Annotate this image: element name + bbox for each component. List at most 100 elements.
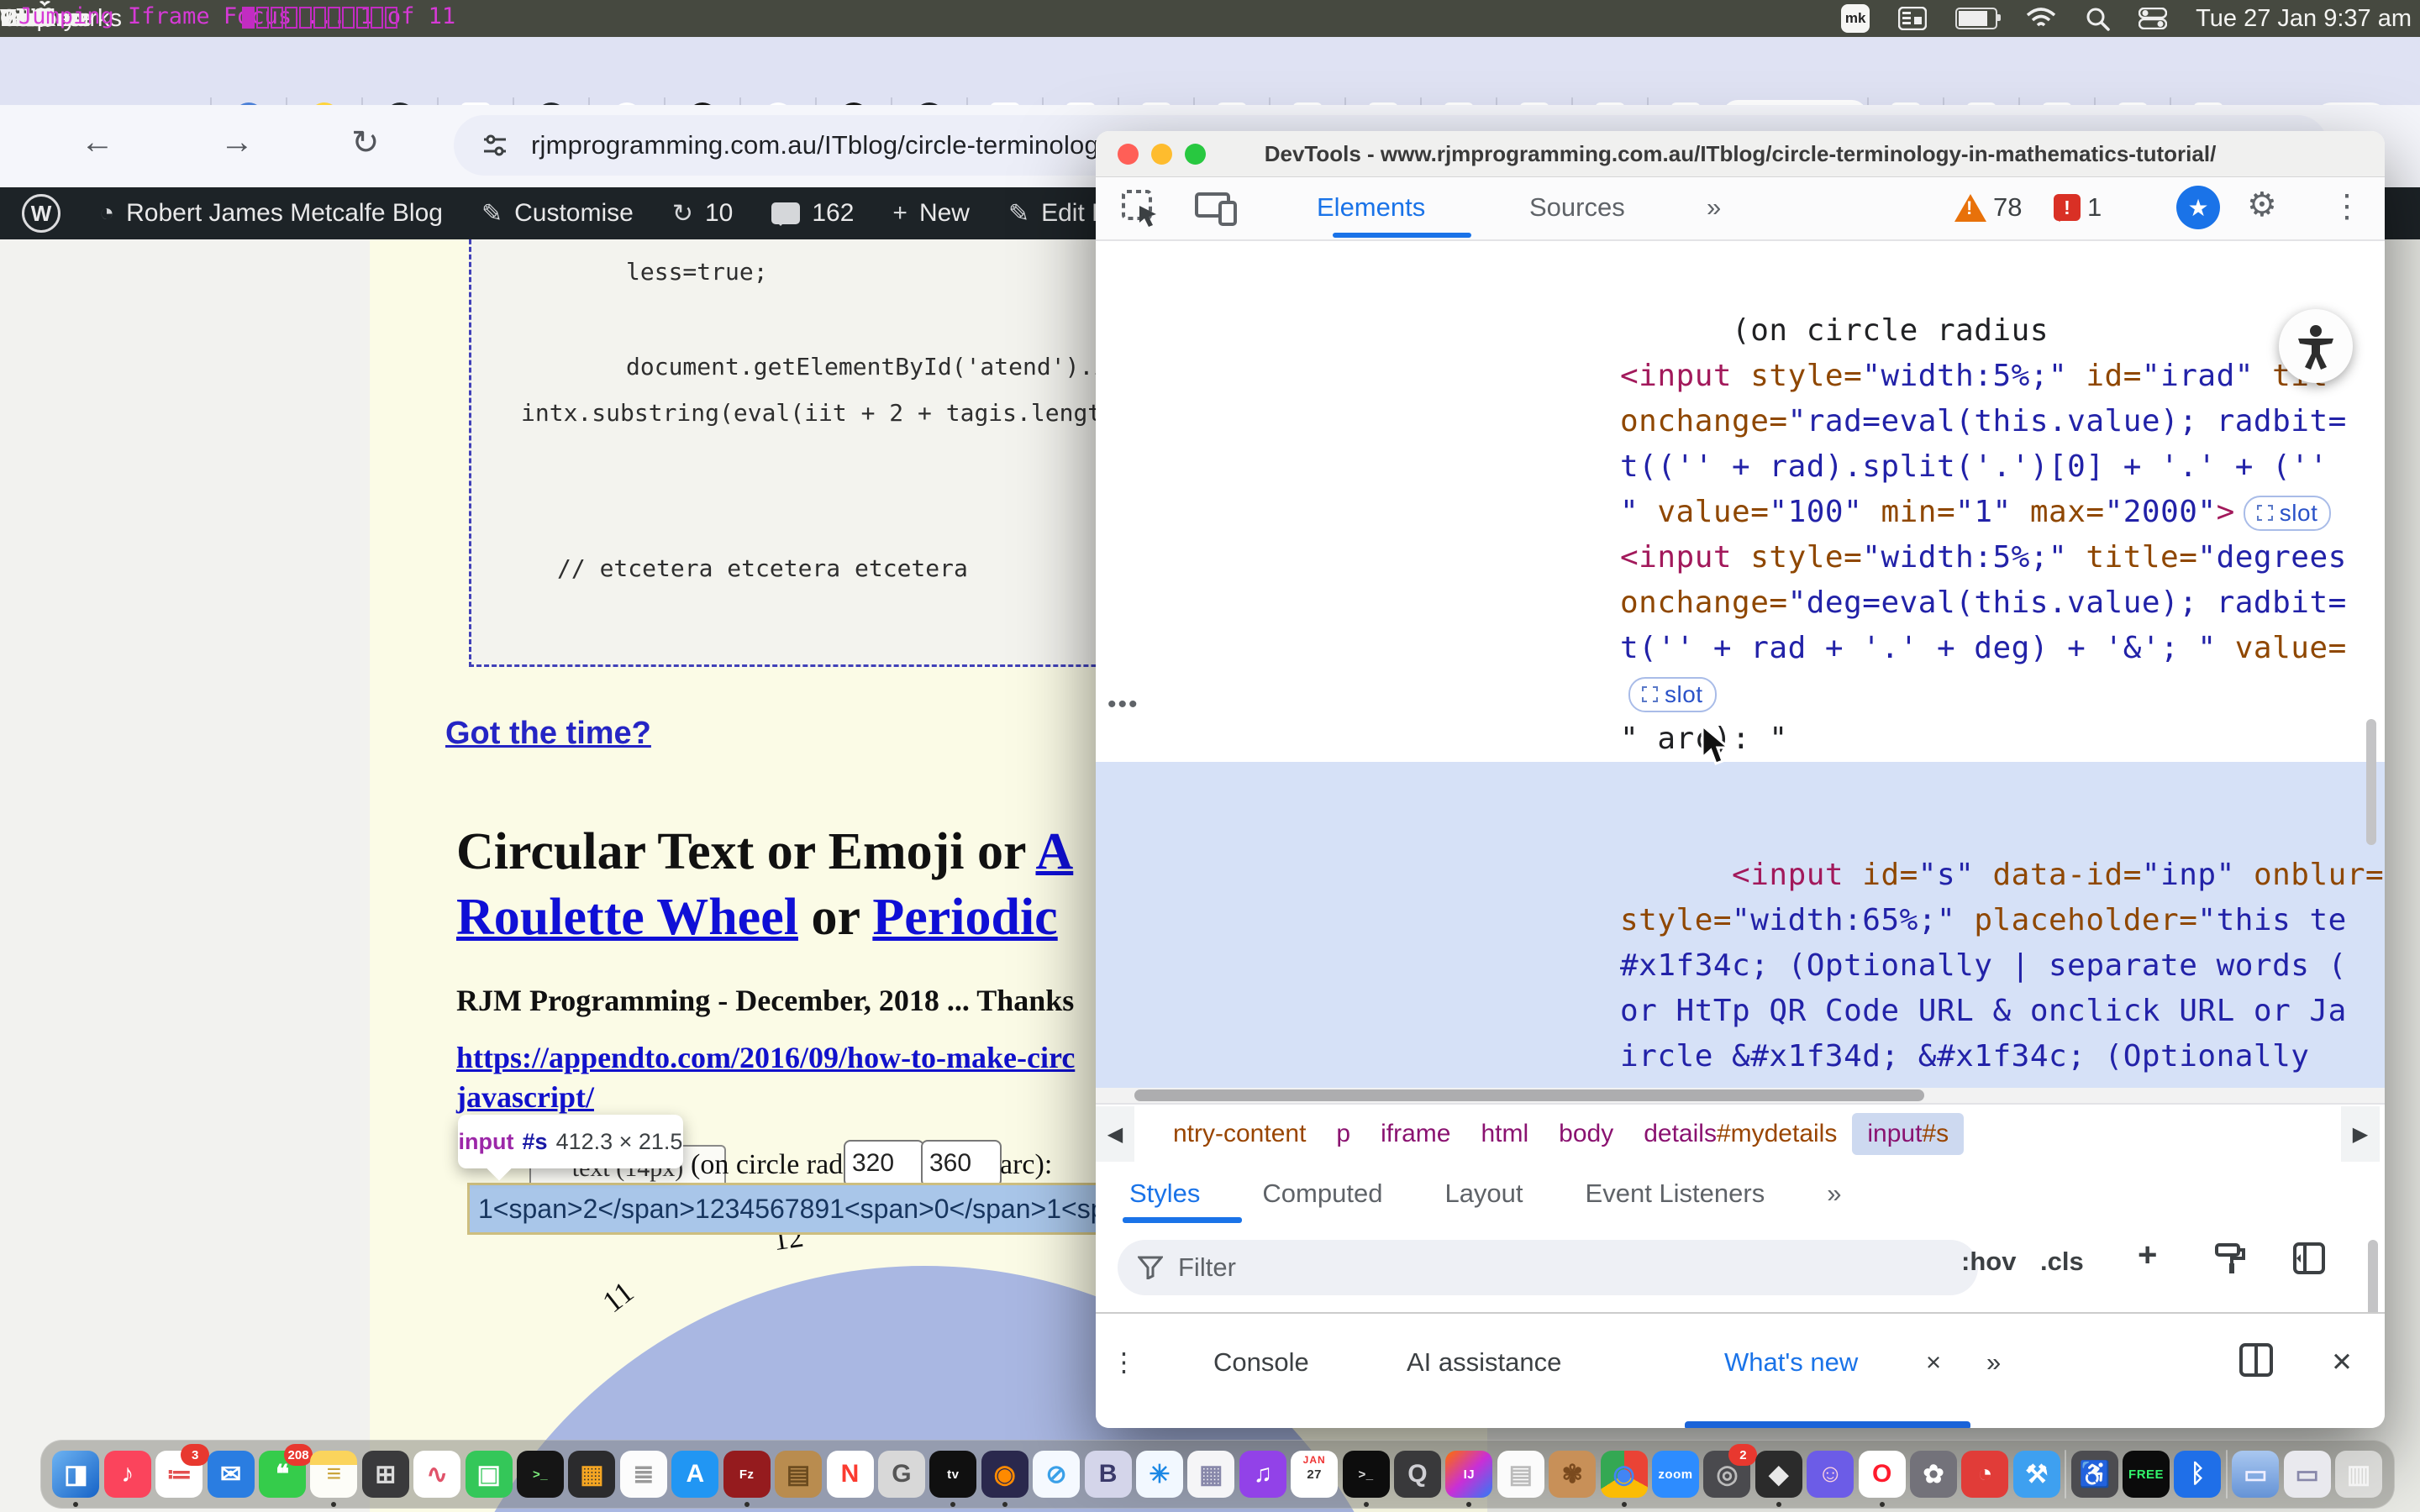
dashboard-gauge-icon[interactable]: ◔ — [99, 199, 114, 228]
dock-app-icon[interactable]: FREE — [2123, 1451, 2170, 1498]
wp-updates-count[interactable]: 10 — [705, 199, 733, 228]
dock-app-icon[interactable]: ◉ — [1601, 1451, 1648, 1498]
wordpress-logo-icon[interactable]: W — [22, 194, 60, 233]
dock-app-icon[interactable]: ◨ — [52, 1451, 99, 1498]
dock-app-icon[interactable]: Q — [1394, 1451, 1441, 1498]
forward-button[interactable]: → — [220, 123, 254, 161]
breadcrumb-item[interactable]: ntry-content — [1158, 1113, 1321, 1155]
devtools-ai-icon[interactable]: ★ — [2176, 186, 2220, 229]
dock-app-icon[interactable]: B — [1085, 1451, 1132, 1498]
arc-input[interactable]: 360 — [921, 1140, 1002, 1187]
dock-app-icon[interactable]: Fz — [723, 1451, 771, 1498]
more-panels-chevron[interactable]: » — [1707, 177, 1721, 238]
dock-app-icon[interactable]: ♿ — [2071, 1451, 2118, 1498]
drawer-menu-icon[interactable]: ⋮ — [1111, 1347, 1137, 1378]
dock-app-icon[interactable] — [2065, 1450, 2066, 1499]
appendto-link-line2[interactable]: javascript/ — [456, 1079, 594, 1115]
dock-app-icon[interactable]: ◎ 2 — [1703, 1451, 1750, 1498]
paint-roller-icon[interactable] — [2213, 1242, 2247, 1282]
devtools-minimize-button[interactable] — [1151, 144, 1172, 165]
wifi-icon[interactable] — [2026, 7, 2056, 30]
styles-pane-tab[interactable]: Styles — [1129, 1179, 1200, 1209]
tab-sources[interactable]: Sources — [1529, 177, 1625, 238]
elements-vertical-scrollbar[interactable] — [2366, 719, 2376, 845]
wp-new-link[interactable]: New — [919, 199, 970, 228]
breadcrumb-item[interactable]: input#s — [1852, 1113, 1964, 1155]
elements-panel[interactable]: (on circle radius <input style="width:5%… — [1096, 241, 2385, 1088]
styles-filter-input[interactable]: Filter — [1118, 1240, 1978, 1295]
element-more-actions[interactable]: ••• — [1107, 690, 1139, 719]
dock-app-icon[interactable]: ◔ — [1961, 1451, 2008, 1498]
breadcrumb-prev-button[interactable]: ◀ — [1096, 1106, 1134, 1162]
toggle-hover-state-button[interactable]: :hov — [1961, 1247, 2016, 1277]
wp-site-name[interactable]: Robert James Metcalfe Blog — [126, 199, 443, 228]
heading-link-roulette[interactable]: Roulette Wheel — [456, 889, 798, 946]
dock-app-icon[interactable]: ▥ — [2335, 1451, 2382, 1498]
accessibility-indicator-icon[interactable] — [2279, 309, 2353, 383]
dock-app-icon[interactable]: ⊞ — [362, 1451, 409, 1498]
wp-customise-link[interactable]: Customise — [514, 199, 634, 228]
wp-comments-count[interactable]: 162 — [812, 199, 854, 228]
drawer-close-button[interactable]: ✕ — [2331, 1347, 2353, 1378]
heading-link-a[interactable]: A — [1035, 823, 1073, 880]
dock-app-icon[interactable]: ✳ — [1136, 1451, 1183, 1498]
toggle-class-button[interactable]: .cls — [2040, 1247, 2084, 1277]
dock-app-icon[interactable]: ᛒ — [2174, 1451, 2221, 1498]
dock-app-icon[interactable]: ▦ — [568, 1451, 615, 1498]
dock-app-icon[interactable] — [2226, 1450, 2228, 1499]
dock-app-icon[interactable]: >_ — [517, 1451, 564, 1498]
dock-app-icon[interactable]: ♫ — [1239, 1451, 1286, 1498]
dock-app-icon[interactable]: ▤ — [775, 1451, 822, 1498]
new-style-rule-button[interactable]: + — [2138, 1236, 2157, 1274]
breadcrumb-next-button[interactable]: ▶ — [2341, 1106, 2380, 1162]
dock-app-icon[interactable]: ▦ — [1187, 1451, 1234, 1498]
dock-app-icon[interactable]: ◉ — [981, 1451, 1028, 1498]
reload-button[interactable]: ↻ — [351, 123, 380, 162]
dock-app-icon[interactable]: >_ — [1343, 1451, 1390, 1498]
dock-app-icon[interactable]: ☺ — [1807, 1451, 1854, 1498]
dock-app-icon[interactable]: ✉ — [208, 1451, 255, 1498]
window-manager-icon[interactable] — [1898, 7, 1927, 30]
breadcrumb-item[interactable]: html — [1465, 1113, 1544, 1155]
breadcrumb-item[interactable]: details#mydetails — [1628, 1113, 1852, 1155]
dock-app-icon[interactable]: G — [878, 1451, 925, 1498]
back-button[interactable]: ← — [81, 123, 114, 161]
got-the-time-link[interactable]: Got the time? — [445, 716, 651, 752]
devtools-settings-icon[interactable]: ⚙ — [2247, 186, 2277, 224]
dock-app-icon[interactable]: ▤ — [1497, 1451, 1544, 1498]
inspect-element-icon[interactable] — [1121, 189, 1160, 232]
breadcrumb-item[interactable]: iframe — [1365, 1113, 1465, 1155]
dock-app-icon[interactable]: ◆ — [1755, 1451, 1802, 1498]
dock-app-icon[interactable]: tv — [929, 1451, 976, 1498]
drawer-tab-whats-new[interactable]: What's new — [1724, 1347, 1858, 1378]
dock-app-icon[interactable]: ▭ — [2232, 1451, 2279, 1498]
spotlight-search-icon[interactable] — [2085, 6, 2110, 31]
styles-pane-tab[interactable]: Computed — [1262, 1179, 1382, 1209]
dock-app-icon[interactable]: ≔ 3 — [155, 1451, 203, 1498]
dock-app-icon[interactable]: IJ — [1445, 1451, 1492, 1498]
styles-pane-tab[interactable]: Layout — [1444, 1179, 1523, 1209]
menubar-clock[interactable]: Tue 27 Jan 9:37 am — [2196, 5, 2412, 33]
dock-app-icon[interactable]: A — [671, 1451, 718, 1498]
devtools-menu-icon[interactable]: ⋮ — [2331, 187, 2363, 225]
drawer-split-panel-icon[interactable] — [2238, 1342, 2274, 1384]
close-whats-new-tab[interactable]: × — [1926, 1347, 1941, 1378]
devtools-close-button[interactable] — [1118, 144, 1139, 165]
heading-link-periodic[interactable]: Periodic — [872, 889, 1057, 946]
dock-app-icon[interactable]: O — [1859, 1451, 1906, 1498]
control-center-icon[interactable] — [2139, 8, 2167, 29]
appendto-link-line1[interactable]: https://appendto.com/2016/09/how-to-make… — [456, 1040, 1075, 1075]
drawer-tab-console[interactable]: Console — [1213, 1347, 1309, 1378]
styles-pane-tab[interactable]: Event Listeners — [1586, 1179, 1765, 1209]
devtools-zoom-button[interactable] — [1185, 144, 1206, 165]
dock-app-icon[interactable]: ≡ — [310, 1451, 357, 1498]
warnings-badge[interactable]: 78 — [1954, 192, 2022, 223]
dock-app-icon[interactable]: ≣ — [620, 1451, 667, 1498]
dock-app-icon[interactable]: zoom — [1652, 1451, 1699, 1498]
errors-badge[interactable]: !1 — [2054, 192, 2102, 223]
dock-app-icon[interactable]: ⊘ — [1033, 1451, 1080, 1498]
tab-elements[interactable]: Elements — [1317, 177, 1425, 238]
dock-app-icon[interactable]: ∿ — [413, 1451, 460, 1498]
dock-app-icon[interactable]: ⚒ — [2013, 1451, 2060, 1498]
menubar-app-icon[interactable]: mk — [1841, 4, 1870, 33]
